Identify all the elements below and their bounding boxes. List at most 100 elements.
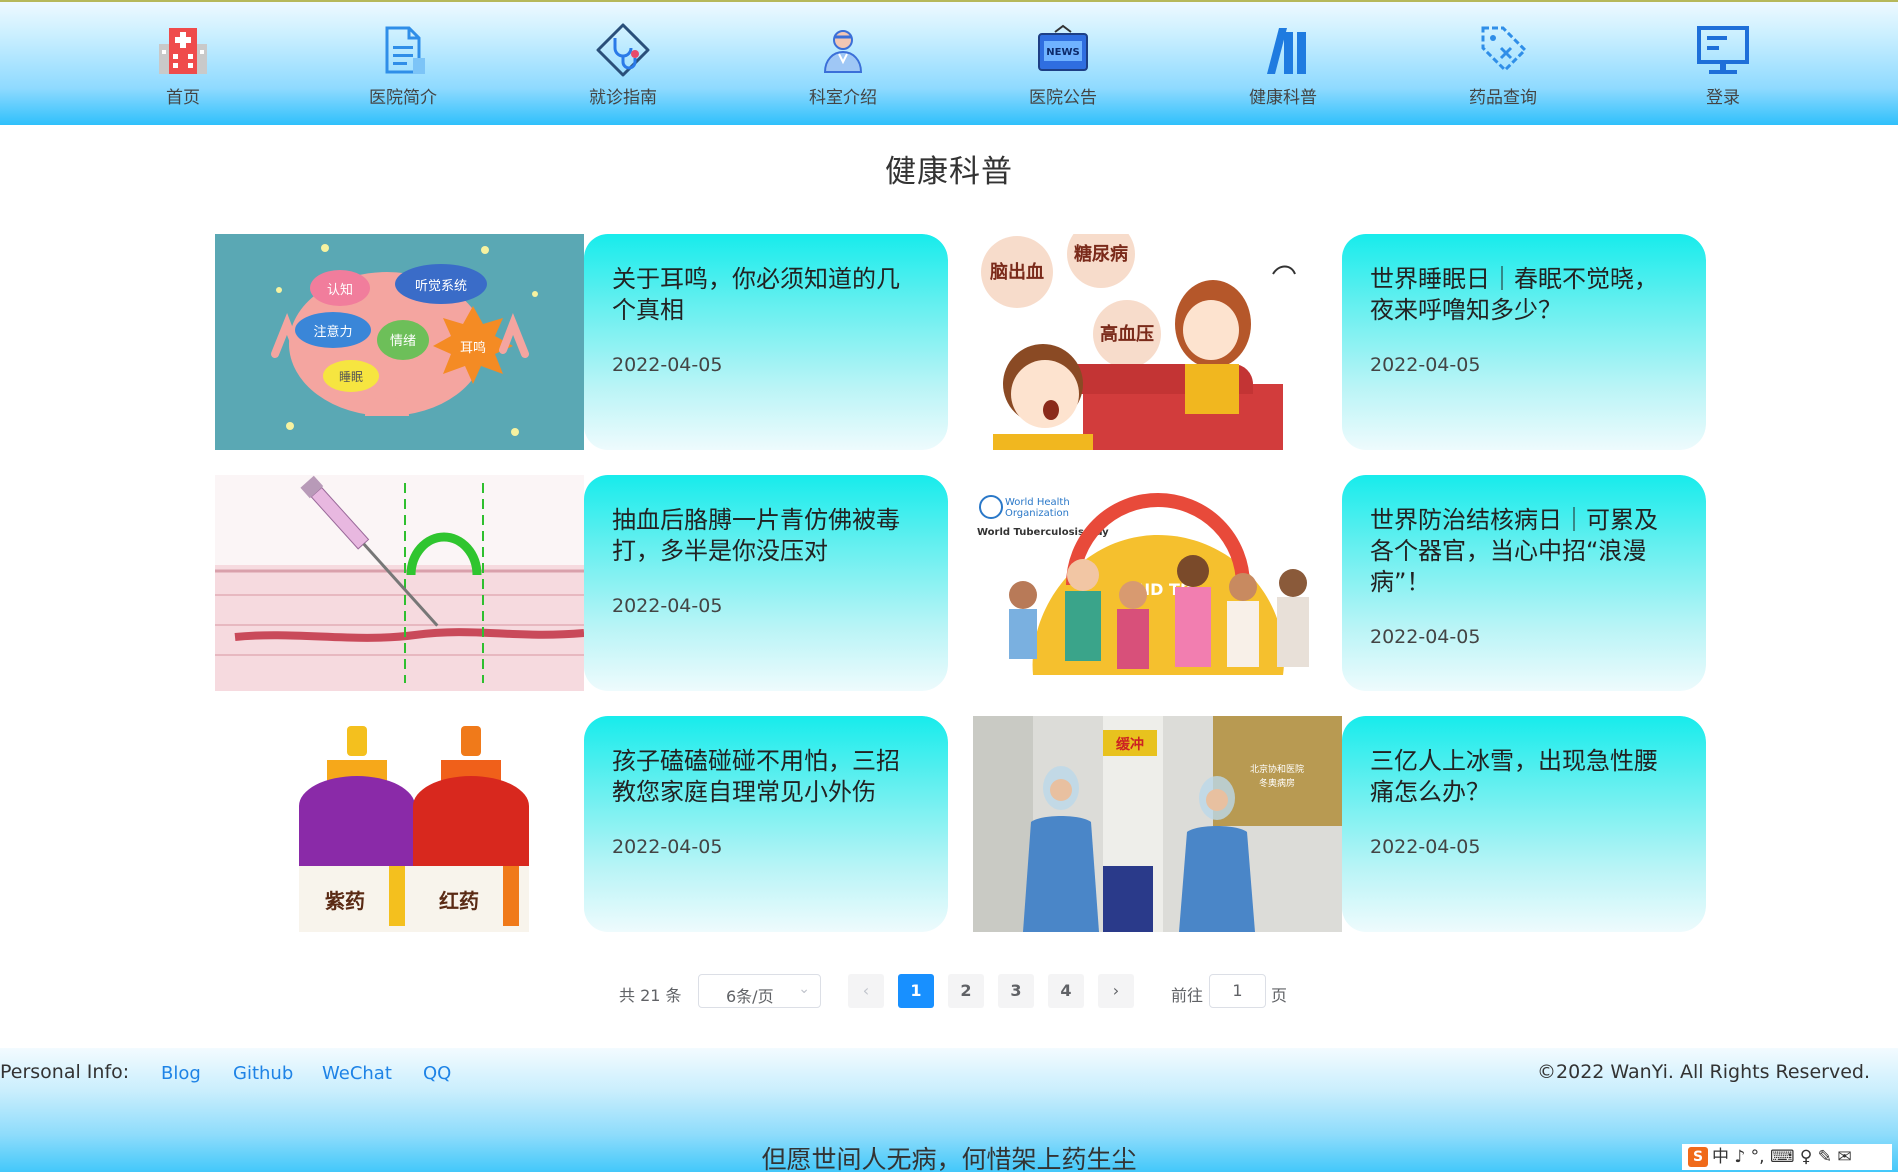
sogou-logo-icon: S: [1688, 1147, 1708, 1167]
image-text: 紫药: [325, 889, 365, 913]
nav-item-hospital-intro[interactable]: 医院简介: [343, 22, 463, 108]
top-nav: 首页 医院简介 就诊指南 科室介绍 NEWS 医院公告 健康科普 药品查询 登录: [0, 2, 1898, 125]
article-date: 2022-04-05: [1370, 626, 1481, 648]
article-card[interactable]: 抽血后胳膊一片青仿佛被毒打，多半是你没压对 2022-04-05: [215, 475, 948, 691]
article-date: 2022-04-05: [1370, 354, 1481, 376]
nav-item-visit-guide[interactable]: 就诊指南: [563, 22, 683, 108]
article-date: 2022-04-05: [612, 836, 723, 858]
copyright: ©2022 WanYi. All Rights Reserved.: [1537, 1061, 1870, 1083]
nav-label: 登录: [1706, 88, 1740, 108]
page-size-value: 6条/页: [726, 987, 774, 1006]
image-text: 睡眠: [339, 370, 363, 384]
article-body: 抽血后胳膊一片青仿佛被毒打，多半是你没压对 2022-04-05: [584, 475, 948, 691]
article-title[interactable]: 三亿人上冰雪，出现急性腰痛怎么办？ 2022-04-05: [1370, 746, 1675, 863]
goto-unit: 页: [1271, 986, 1288, 1005]
image-text: 北京协和医院: [1250, 763, 1304, 775]
article-date: 2022-04-05: [1370, 836, 1481, 858]
image-text: 红药: [439, 889, 479, 913]
brain-illustration: 认知 听觉系统 注意力 情绪 耳鸣 睡眠: [215, 234, 584, 450]
chevron-down-icon: ⌄: [798, 981, 810, 997]
nav-label: 医院简介: [369, 88, 437, 108]
article-title[interactable]: 孩子磕磕碰碰不用怕，三招教您家庭自理常见小外伤 2022-04-05: [612, 746, 917, 863]
page-size-select[interactable]: 6条/页 ⌄: [698, 974, 821, 1008]
pagination: 共 21 条 6条/页 ⌄ ‹ 1 2 3 4 › 前往 1 页: [0, 972, 1898, 1010]
image-text: Organization: [1005, 508, 1069, 519]
article-title[interactable]: 世界防治结核病日｜可累及各个器官，当心中招“浪漫病”！ 2022-04-05: [1370, 505, 1675, 653]
nav-label: 健康科普: [1249, 88, 1317, 108]
article-body: 孩子磕磕碰碰不用怕，三招教您家庭自理常见小外伤 2022-04-05: [584, 716, 948, 932]
page-button-4[interactable]: 4: [1048, 974, 1084, 1008]
article-image: [215, 475, 584, 691]
article-card[interactable]: 认知 听觉系统 注意力 情绪 耳鸣 睡眠 关于耳鸣，你必须知道的几个真相 202…: [215, 234, 948, 450]
nav-item-login[interactable]: 登录: [1663, 22, 1783, 108]
image-text: 冬奥病房: [1259, 777, 1295, 789]
page-button-1[interactable]: 1: [898, 974, 934, 1008]
image-text: 认知: [327, 282, 353, 298]
article-date: 2022-04-05: [612, 354, 723, 376]
qq-link[interactable]: QQ: [423, 1063, 451, 1084]
article-title[interactable]: 抽血后胳膊一片青仿佛被毒打，多半是你没压对 2022-04-05: [612, 505, 917, 622]
pagination-total: 共 21 条: [619, 986, 682, 1005]
image-text: 耳鸣: [460, 340, 486, 356]
goto-page-input[interactable]: 1: [1209, 974, 1266, 1008]
article-image: 缓冲 北京协和医院 冬奥病房: [973, 716, 1342, 932]
nav-label: 药品查询: [1469, 88, 1537, 108]
personal-info-label: Personal Info:: [0, 1061, 130, 1083]
svg-text:NEWS: NEWS: [1046, 47, 1079, 58]
article-card[interactable]: 紫药 红药 孩子磕磕碰碰不用怕，三招教您家庭自理常见小外伤 2022-04-05: [215, 716, 948, 932]
article-card[interactable]: World Health Organization World Tubercul…: [973, 475, 1706, 691]
blood-draw-illustration: [215, 475, 584, 691]
chevron-right-icon: ›: [1112, 981, 1120, 1000]
page-button-3[interactable]: 3: [998, 974, 1034, 1008]
page-title: 健康科普: [885, 154, 1013, 190]
article-title[interactable]: 世界睡眠日｜春眠不觉晓，夜来呼噜知多少？ 2022-04-05: [1370, 264, 1675, 381]
article-image: 紫药 红药: [215, 716, 584, 932]
nav-label: 首页: [166, 88, 200, 108]
ime-toolbar[interactable]: S中 ♪ °, ⌨ ♀ ✎ ✉: [1682, 1144, 1892, 1170]
image-text: 脑出血: [990, 261, 1044, 283]
article-body: 世界防治结核病日｜可累及各个器官，当心中招“浪漫病”！ 2022-04-05: [1342, 475, 1706, 691]
image-text: World Health: [1005, 497, 1070, 508]
article-title[interactable]: 关于耳鸣，你必须知道的几个真相 2022-04-05: [612, 264, 917, 381]
nav-label: 就诊指南: [589, 88, 657, 108]
article-card[interactable]: 脑出血 糖尿病 高血压 世界睡眠日｜春眠不觉晓，夜来呼噜知多少？ 2022-04…: [973, 234, 1706, 450]
article-date: 2022-04-05: [612, 595, 723, 617]
chart-bars-icon: [1267, 28, 1306, 74]
tuberculosis-day-illustration: World Health Organization World Tubercul…: [973, 475, 1342, 691]
nav-label: 医院公告: [1029, 88, 1097, 108]
next-page-button[interactable]: ›: [1098, 974, 1134, 1008]
nav-item-home[interactable]: 首页: [123, 22, 243, 108]
goto-label: 前往: [1171, 986, 1204, 1005]
wechat-link[interactable]: WeChat: [322, 1063, 392, 1084]
image-text: 高血压: [1100, 323, 1154, 345]
page-button-2[interactable]: 2: [948, 974, 984, 1008]
article-image: 脑出血 糖尿病 高血压: [973, 234, 1342, 450]
nav-item-drug-search[interactable]: 药品查询: [1443, 22, 1563, 108]
github-link[interactable]: Github: [233, 1063, 293, 1084]
tag-icon: [1481, 26, 1528, 73]
nav-label: 科室介绍: [809, 88, 877, 108]
ime-tools: 中 ♪ °, ⌨ ♀ ✎ ✉: [1712, 1147, 1852, 1167]
article-body: 关于耳鸣，你必须知道的几个真相 2022-04-05: [584, 234, 948, 450]
blog-link[interactable]: Blog: [161, 1063, 201, 1084]
footer-slogan: 但愿世间人无病，何惜架上药生尘: [761, 1145, 1137, 1174]
nav-item-health-science[interactable]: 健康科普: [1223, 22, 1343, 108]
nav-item-departments[interactable]: 科室介绍: [783, 22, 903, 108]
article-body: 三亿人上冰雪，出现急性腰痛怎么办？ 2022-04-05: [1342, 716, 1706, 932]
medical-staff-photo: 缓冲 北京协和医院 冬奥病房: [973, 716, 1342, 932]
article-card[interactable]: 缓冲 北京协和医院 冬奥病房 三亿人上冰雪，出现急性腰痛怎么办？ 2022-04…: [973, 716, 1706, 932]
image-text: 糖尿病: [1074, 243, 1128, 265]
medicine-bottles-illustration: 紫药 红药: [215, 716, 584, 932]
article-body: 世界睡眠日｜春眠不觉晓，夜来呼噜知多少？ 2022-04-05: [1342, 234, 1706, 450]
image-text: 缓冲: [1116, 736, 1144, 753]
monitor-icon: [1697, 26, 1749, 74]
news-icon: NEWS: [1038, 24, 1088, 71]
nav-item-announcements[interactable]: NEWS 医院公告: [1003, 22, 1123, 108]
article-image: 认知 听觉系统 注意力 情绪 耳鸣 睡眠: [215, 234, 584, 450]
chevron-left-icon: ‹: [862, 981, 870, 1000]
sleep-illustration: 脑出血 糖尿病 高血压: [973, 234, 1342, 450]
prev-page-button[interactable]: ‹: [848, 974, 884, 1008]
image-text: 听觉系统: [415, 279, 467, 294]
image-text: 注意力: [313, 324, 352, 340]
doctor-icon: [823, 30, 863, 73]
